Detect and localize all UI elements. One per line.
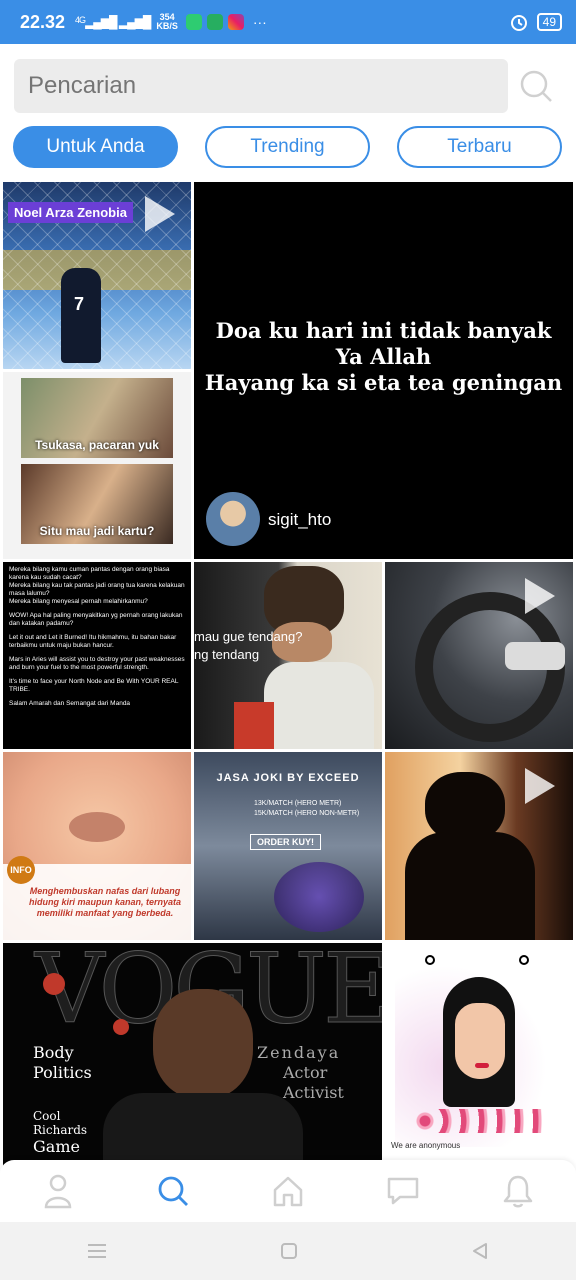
- signal-icon: 4G▂▄▆█ ▂▄▆█: [75, 15, 151, 29]
- post-caption: Noel Arza Zenobia: [8, 202, 133, 223]
- clock: 22.32: [20, 11, 66, 32]
- network-speed: 354 KB/S: [156, 12, 178, 31]
- nav-search[interactable]: [148, 1166, 198, 1216]
- post-caption: We are anonymous: [391, 1141, 461, 1150]
- nav-messages[interactable]: [378, 1166, 428, 1216]
- info-badge: INFO: [7, 856, 35, 884]
- play-icon: [525, 768, 555, 804]
- meme-bottom-text: Situ mau jadi kartu?: [39, 524, 155, 538]
- status-bar: 22.32 4G▂▄▆█ ▂▄▆█ 354 KB/S ··· 49: [0, 0, 576, 44]
- play-icon: [145, 196, 175, 232]
- nav-notifications[interactable]: [493, 1166, 543, 1216]
- post-car-steering[interactable]: [385, 562, 573, 749]
- rate-line: 15K/MATCH (HERO NON-METR): [254, 810, 360, 817]
- home-button-icon[interactable]: [280, 1242, 298, 1260]
- battery-indicator: 49: [536, 13, 562, 31]
- chat-icon: [387, 1177, 419, 1205]
- order-badge: ORDER KUY!: [250, 834, 322, 850]
- vogue-right-text: Zendaya Actor Activist: [257, 1043, 344, 1102]
- hanger-right: [519, 955, 529, 965]
- meme-top-text: Tsukasa, pacaran yuk: [35, 438, 159, 452]
- search-input[interactable]: [28, 72, 508, 100]
- avatar[interactable]: [206, 492, 260, 546]
- home-icon: [273, 1176, 303, 1207]
- search-icon[interactable]: [516, 66, 556, 106]
- vogue-left-text: Body Politics Cool Richards Game: [33, 1043, 92, 1156]
- message-icon: [206, 14, 223, 30]
- post-futsal[interactable]: 7 Noel Arza Zenobia: [3, 182, 191, 369]
- nav-profile[interactable]: [33, 1166, 83, 1216]
- rate-line: 13K/MATCH (HERO METR): [254, 800, 342, 807]
- instagram-icon: [227, 14, 244, 30]
- rose-decoration: [43, 973, 65, 995]
- explore-grid: 7 Noel Arza Zenobia Doa ku hari ini tida…: [0, 182, 576, 1182]
- system-navigation-bar: [0, 1222, 576, 1280]
- user-icon: [44, 1174, 71, 1209]
- rose-decoration: [113, 1019, 129, 1035]
- info-text: Menghembuskan nafas dari lubang hidung k…: [28, 886, 182, 918]
- post-title: JASA JOKI BY EXCEED: [216, 772, 360, 784]
- post-text-story[interactable]: Mereka bilang kamu cuman pantas dengan o…: [3, 562, 191, 749]
- player-jersey-number: 7: [74, 294, 85, 314]
- bell-icon: [504, 1175, 533, 1208]
- tab-terbaru[interactable]: Terbaru: [397, 126, 562, 168]
- bottom-navigation: [0, 1160, 576, 1222]
- play-icon: [525, 578, 555, 614]
- back-icon[interactable]: [471, 1242, 489, 1260]
- post-text: Doa ku hari ini tidak banyak Ya Allah Ha…: [204, 318, 563, 395]
- overlay-text: mau gue tendang? ng tendang: [194, 629, 303, 662]
- post-nose-info[interactable]: INFO Menghembuskan nafas dari lubang hid…: [3, 752, 191, 940]
- nav-home[interactable]: [263, 1166, 313, 1216]
- post-tendang[interactable]: mau gue tendang? ng tendang: [194, 562, 382, 749]
- alarm-icon: [510, 15, 527, 31]
- menu-icon[interactable]: [87, 1243, 107, 1259]
- post-jasa-joki[interactable]: JASA JOKI BY EXCEED 13K/MATCH (HERO METR…: [194, 752, 382, 940]
- post-meme[interactable]: Tsukasa, pacaran yuk Situ mau jadi kartu…: [3, 372, 191, 559]
- whatsapp-icon: [185, 14, 202, 30]
- tab-trending[interactable]: Trending: [205, 126, 370, 168]
- more-notifications-icon: ···: [252, 14, 267, 30]
- tab-untuk-anda[interactable]: Untuk Anda: [13, 126, 178, 168]
- filter-tabs: Untuk Anda Trending Terbaru: [13, 126, 565, 168]
- network-type: 4G: [75, 15, 86, 25]
- hanger-left: [425, 955, 435, 965]
- post-doa[interactable]: Doa ku hari ini tidak banyak Ya Allah Ha…: [194, 182, 573, 559]
- post-vogue[interactable]: VOGUE Body Politics Cool Richards Game Z…: [3, 943, 382, 1182]
- username[interactable]: sigit_hto: [268, 510, 331, 530]
- player-figure: [61, 268, 101, 363]
- post-silhouette[interactable]: [385, 752, 573, 940]
- search-field[interactable]: [14, 59, 508, 113]
- post-anonymous[interactable]: We are anonymous: [385, 943, 573, 1182]
- search-icon: [158, 1176, 188, 1206]
